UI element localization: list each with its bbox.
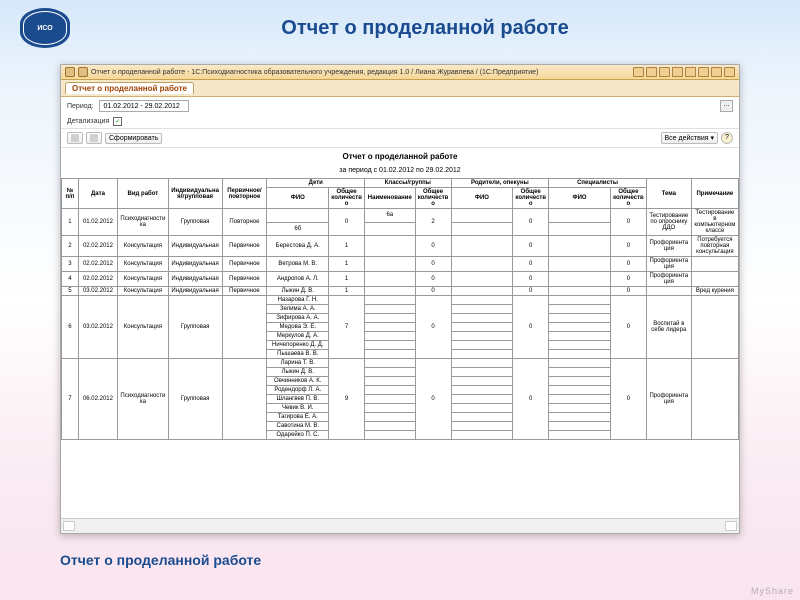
detail-row: Детализация ✓ [61, 115, 739, 128]
max-icon[interactable] [711, 67, 722, 77]
th-primary: Первичное/повторное [222, 179, 267, 209]
win-btn4[interactable] [685, 67, 696, 77]
slide-header: ИСО Отчет о проделанной работе [0, 0, 800, 56]
th-parents: Родители, опекуны [451, 179, 549, 188]
th-cnt3: Общее количество [513, 188, 549, 209]
th-name: Наименование [365, 188, 416, 209]
toolbar: Сформировать Все действия ▾ ? [61, 128, 739, 148]
refresh-icon [71, 134, 79, 142]
scroll-left-icon[interactable] [63, 521, 75, 531]
detail-label: Детализация [67, 118, 109, 125]
win-btn[interactable] [646, 67, 657, 77]
th-n: № п/п [62, 179, 79, 209]
th-note: Примечание [691, 179, 738, 209]
window-title: Отчет о проделанной работе - 1С:Психодиа… [91, 69, 538, 76]
statusbar [61, 518, 739, 533]
all-actions-button[interactable]: Все действия ▾ [661, 132, 718, 144]
form-button[interactable]: Сформировать [105, 133, 162, 144]
logo: ИСО [20, 8, 70, 48]
watermark: MyShare [751, 586, 794, 596]
window-controls [633, 67, 735, 77]
params-row: Период: 01.02.2012 - 29.02.2012 ... [61, 97, 739, 115]
table-row: 503.02.2012КонсультацияИндивидуальнаяПер… [62, 287, 739, 296]
toolbar-icon[interactable] [78, 67, 88, 77]
period-label: Период: [67, 103, 94, 110]
th-group: Индивидуальная/групповая [168, 179, 222, 209]
help-button[interactable]: ? [721, 132, 733, 144]
print-button[interactable] [86, 132, 102, 144]
report-title: Отчет о проделанной работе [61, 148, 739, 165]
report-area[interactable]: Отчет о проделанной работе за период с 0… [61, 148, 739, 518]
table-row: 706.02.2012ПсиходиагностикаГрупповаяЛари… [62, 359, 739, 368]
min-icon[interactable] [698, 67, 709, 77]
table-row: 603.02.2012КонсультацияГрупповаяНазарова… [62, 296, 739, 305]
app-window: Отчет о проделанной работе - 1С:Психодиа… [60, 64, 740, 534]
period-input[interactable]: 01.02.2012 - 29.02.2012 [99, 100, 189, 112]
form-button-label: Сформировать [109, 135, 158, 142]
app-icon [65, 67, 75, 77]
th-classes: Классы/группы [365, 179, 451, 188]
titlebar: Отчет о проделанной работе - 1С:Психодиа… [61, 65, 739, 80]
th-cnt4: Общее количество [610, 188, 646, 209]
report-subtitle: за период с 01.02.2012 по 29.02.2012 [61, 165, 739, 178]
print-icon [90, 134, 98, 142]
th-tema: Тема [646, 179, 691, 209]
th-type: Вид работ [118, 179, 169, 209]
slide-footer: Отчет о проделанной работе [0, 546, 800, 574]
th-date: Дата [78, 179, 117, 209]
th-children: Дети [267, 179, 365, 188]
close-icon[interactable] [724, 67, 735, 77]
table-row: 302.02.2012КонсультацияИндивидуальнаяПер… [62, 257, 739, 272]
table-body: 101.02.2012ПсиходиагностикаГрупповаяПовт… [62, 209, 739, 440]
tab-report[interactable]: Отчет о проделанной работе [65, 82, 194, 94]
th-fio1: ФИО [267, 188, 329, 209]
win-btn2[interactable] [659, 67, 670, 77]
table-head: № п/п Дата Вид работ Индивидуальная/груп… [62, 179, 739, 209]
tabstrip: Отчет о проделанной работе [61, 80, 739, 97]
th-specialists: Специалисты [549, 179, 647, 188]
detail-checkbox[interactable]: ✓ [113, 117, 122, 126]
report-table: № п/п Дата Вид работ Индивидуальная/груп… [61, 178, 739, 440]
table-row: 202.02.2012КонсультацияИндивидуальнаяПер… [62, 236, 739, 257]
logo-text: ИСО [37, 25, 52, 32]
table-row: 101.02.2012ПсиходиагностикаГрупповаяПовт… [62, 209, 739, 223]
scroll-right-icon[interactable] [725, 521, 737, 531]
th-fio3: ФИО [549, 188, 611, 209]
period-picker-button[interactable]: ... [720, 100, 733, 112]
table-row: 402.02.2012КонсультацияИндивидуальнаяПер… [62, 272, 739, 287]
min-btn[interactable] [633, 67, 644, 77]
th-fio2: ФИО [451, 188, 513, 209]
win-btn3[interactable] [672, 67, 683, 77]
th-cnt2: Общее количество [415, 188, 451, 209]
th-cnt1: Общее количество [329, 188, 365, 209]
refresh-button[interactable] [67, 132, 83, 144]
slide-title: Отчет о проделанной работе [70, 17, 780, 40]
